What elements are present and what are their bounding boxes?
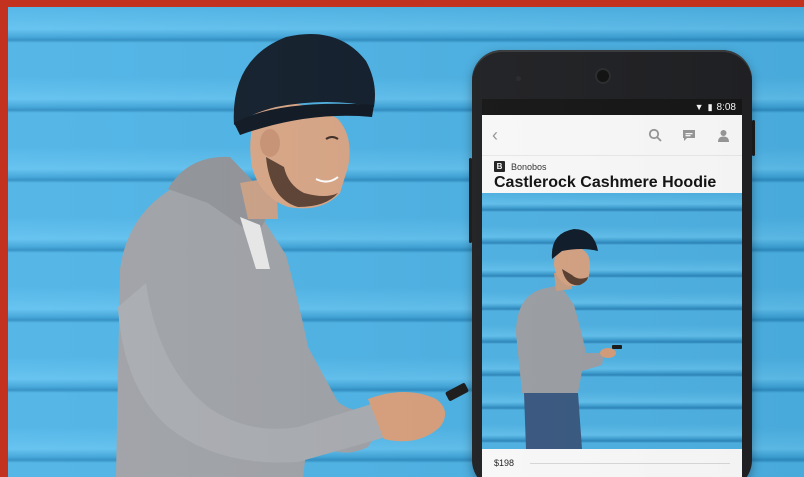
chat-icon[interactable] bbox=[680, 126, 698, 144]
status-time: 8:08 bbox=[716, 101, 736, 113]
mini-neck bbox=[554, 271, 572, 291]
phone-screen: ▼ ▮ 8:08 ‹ B Bonobos Castlerock Cashmere… bbox=[482, 99, 742, 477]
status-bar: ▼ ▮ 8:08 bbox=[482, 99, 742, 115]
brand-name[interactable]: Bonobos bbox=[511, 162, 547, 172]
search-icon[interactable] bbox=[646, 126, 664, 144]
man-illustration bbox=[116, 34, 469, 477]
smile bbox=[315, 176, 339, 183]
wifi-icon: ▼ bbox=[694, 102, 704, 112]
product-photo-illustration bbox=[516, 229, 622, 449]
mini-face bbox=[554, 244, 590, 287]
small-phone bbox=[445, 383, 469, 401]
mini-beard bbox=[562, 269, 588, 286]
face bbox=[250, 102, 350, 209]
phone-sensor bbox=[516, 76, 521, 81]
product-photo[interactable] bbox=[482, 193, 742, 449]
mini-phone bbox=[612, 345, 622, 349]
beanie bbox=[233, 34, 375, 125]
undershirt bbox=[240, 217, 270, 269]
app-toolbar: ‹ bbox=[482, 115, 742, 156]
hero-photo: ▼ ▮ 8:08 ‹ B Bonobos Castlerock Cashmere… bbox=[8, 7, 804, 477]
ear bbox=[260, 129, 280, 157]
brand-row: B Bonobos bbox=[482, 156, 742, 172]
hoodie-body bbox=[116, 175, 390, 477]
account-icon[interactable] bbox=[714, 126, 732, 144]
beanie-cuff bbox=[234, 103, 374, 135]
phone-side-button bbox=[469, 158, 472, 243]
mini-hand bbox=[600, 348, 616, 358]
mini-beanie bbox=[551, 229, 598, 259]
beard bbox=[266, 157, 338, 207]
mini-body bbox=[516, 285, 604, 393]
battery-icon: ▮ bbox=[707, 101, 713, 112]
product-price: $198 bbox=[494, 458, 515, 468]
neck bbox=[240, 177, 278, 219]
brand-logo: B bbox=[494, 161, 505, 172]
phone-volume-button bbox=[752, 120, 755, 156]
mini-jeans bbox=[524, 393, 582, 449]
arm bbox=[118, 283, 386, 463]
product-title: Castlerock Cashmere Hoodie bbox=[494, 174, 717, 191]
phone-mockup: ▼ ▮ 8:08 ‹ B Bonobos Castlerock Cashmere… bbox=[469, 50, 755, 477]
price-divider bbox=[530, 463, 730, 464]
phone-earpiece bbox=[597, 70, 609, 82]
hood bbox=[168, 156, 269, 235]
back-icon[interactable]: ‹ bbox=[492, 125, 498, 146]
eye bbox=[325, 136, 339, 140]
hand bbox=[368, 392, 446, 442]
